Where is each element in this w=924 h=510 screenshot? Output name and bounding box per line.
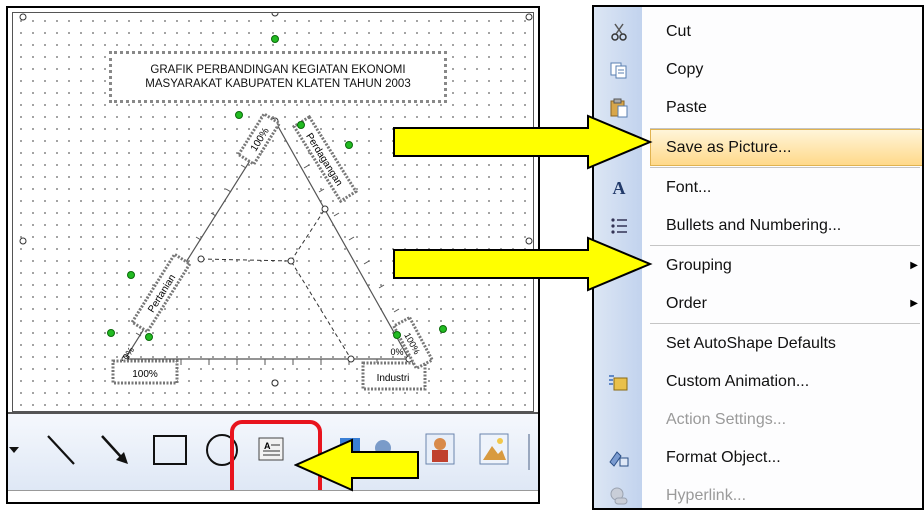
animation-icon — [608, 371, 630, 393]
menu-item-copy-label: Copy — [666, 60, 704, 78]
clipart-icon[interactable] — [422, 430, 458, 468]
menu-item-action-settings-label: Action Settings... — [666, 410, 787, 428]
hyperlink-icon — [608, 485, 630, 507]
menu-separator — [650, 323, 920, 324]
label-pertanian: Pertanian — [130, 252, 192, 334]
inner-dashed-lines — [200, 258, 352, 360]
submenu-arrow-icon: ▶ — [910, 260, 918, 271]
menu-item-font[interactable]: A Font... — [594, 169, 922, 206]
menu-item-save-as-picture[interactable]: Save as Picture... — [650, 129, 922, 166]
menu-item-grouping-label: Grouping — [666, 256, 732, 274]
menu-separator — [650, 167, 920, 168]
slide-canvas[interactable]: Pertanian Perdagangan 100% 100% 0% Indus… — [12, 12, 534, 412]
menu-item-format-object-label: Format Object... — [666, 448, 781, 466]
menu-item-bullets-label: Bullets and Numbering... — [666, 216, 842, 234]
menu-item-custom-animation-label: Custom Animation... — [666, 372, 810, 390]
scissors-icon — [608, 21, 630, 43]
label-industri-text: Industri — [377, 373, 410, 384]
submenu-arrow-icon: ▶ — [910, 298, 918, 309]
label-bottom-left-text: 100% — [132, 369, 158, 380]
format-object-icon — [608, 447, 630, 469]
chart-title-line2: MASYARAKAT KABUPATEN KLATEN TAHUN 2003 — [145, 78, 411, 90]
label-zero-right-text: 0% — [390, 347, 403, 357]
label-perdagangan: Perdagangan — [291, 114, 359, 204]
menu-item-font-label: Font... — [666, 178, 712, 196]
chart-title-line1: GRAFIK PERBANDINGAN KEGIATAN EKONOMI — [150, 64, 406, 76]
label-bottom-left: 100% 0% — [111, 345, 179, 385]
menu-item-copy[interactable]: Copy — [594, 51, 922, 88]
bullets-icon — [608, 215, 630, 237]
chart-title-box[interactable]: GRAFIK PERBANDINGAN KEGIATAN EKONOMI MAS… — [109, 51, 447, 103]
menu-item-format-object[interactable]: Format Object... — [594, 439, 922, 476]
line-icon[interactable] — [38, 428, 82, 472]
drawing-toolbar: A — [8, 412, 538, 502]
copy-icon — [608, 59, 630, 81]
toolbar-separator — [528, 434, 530, 470]
menu-item-set-autoshape-defaults-label: Set AutoShape Defaults — [666, 334, 836, 352]
menu-item-cut-label: Cut — [666, 22, 691, 40]
menu-item-cut[interactable]: Cut — [594, 13, 922, 50]
menu-item-save-as-picture-label: Save as Picture... — [666, 138, 792, 156]
label-perdagangan-text: Perdagangan — [303, 131, 344, 188]
arrow-to-text-box — [294, 438, 419, 492]
rotate-handle — [271, 35, 279, 43]
menu-item-hyperlink: Hyperlink... — [594, 477, 922, 508]
font-icon: A — [612, 177, 626, 198]
arrow-to-grouping — [393, 236, 653, 292]
menu-item-paste-label: Paste — [666, 98, 707, 116]
arrow-icon[interactable] — [92, 428, 136, 472]
arrow-to-save-as-picture — [393, 114, 653, 170]
menu-item-action-settings: Action Settings... — [594, 401, 922, 438]
picture-icon[interactable] — [476, 430, 512, 468]
menu-item-hyperlink-label: Hyperlink... — [666, 486, 747, 504]
more-arrow-icon[interactable] — [8, 440, 20, 460]
rectangle-icon[interactable] — [148, 428, 192, 472]
menu-separator — [650, 245, 920, 246]
menu-item-set-autoshape-defaults[interactable]: Set AutoShape Defaults — [594, 325, 922, 362]
menu-item-custom-animation[interactable]: Custom Animation... — [594, 363, 922, 400]
toolbar-bottom-strip — [8, 490, 538, 502]
ternary-triangle — [123, 119, 411, 360]
menu-item-order-label: Order — [666, 294, 707, 312]
label-bottom-right: Industri 100% 0% — [361, 315, 435, 391]
label-top-pct: 100% — [236, 111, 282, 167]
